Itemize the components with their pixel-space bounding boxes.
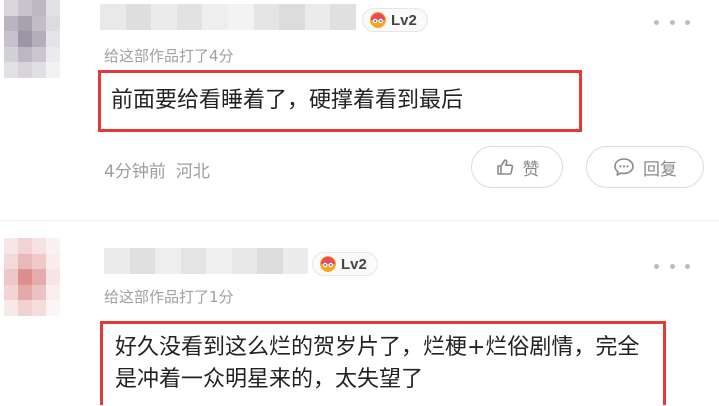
like-icon	[496, 159, 513, 175]
comment-list: Lv2 给这部作品打了4分 前面要给看睡着了，硬撑着看到最后 4分钟前 河北 赞 …	[0, 0, 719, 406]
reply-label: 回复	[643, 159, 677, 180]
reply-icon	[614, 158, 634, 176]
more-icon[interactable]	[654, 17, 690, 27]
comment-content: 前面要给看睡着了，硬撑着看到最后	[98, 70, 582, 132]
like-button[interactable]: 赞	[471, 146, 563, 188]
comment-content: 好久没看到这么烂的贺岁片了，烂梗+烂俗剧情，完全是冲着一众明星来的，太失望了	[100, 321, 666, 405]
avatar[interactable]	[4, 238, 60, 316]
username-blurred[interactable]	[100, 4, 356, 30]
level-icon	[320, 256, 336, 272]
rating-text: 给这部作品打了4分	[104, 47, 234, 65]
like-label: 赞	[522, 159, 540, 180]
level-badge: Lv2	[362, 8, 428, 32]
more-icon[interactable]	[654, 261, 690, 271]
divider	[0, 220, 719, 221]
reply-button[interactable]: 回复	[586, 146, 704, 188]
avatar[interactable]	[4, 0, 60, 78]
comment-item: Lv2 给这部作品打了1分 好久没看到这么烂的贺岁片了，烂梗+烂俗剧情，完全是冲…	[0, 222, 719, 406]
comment-location: 河北	[175, 162, 210, 182]
rating-text: 给这部作品打了1分	[104, 288, 234, 306]
comment-time: 4分钟前	[104, 162, 166, 182]
level-badge: Lv2	[312, 252, 378, 276]
comment-item: Lv2 给这部作品打了4分 前面要给看睡着了，硬撑着看到最后 4分钟前 河北 赞 …	[0, 0, 719, 222]
comment-meta: 4分钟前 河北	[104, 157, 210, 182]
level-text: Lv2	[341, 255, 367, 273]
username-blurred[interactable]	[104, 248, 308, 274]
level-icon	[370, 12, 386, 28]
level-text: Lv2	[391, 11, 417, 29]
